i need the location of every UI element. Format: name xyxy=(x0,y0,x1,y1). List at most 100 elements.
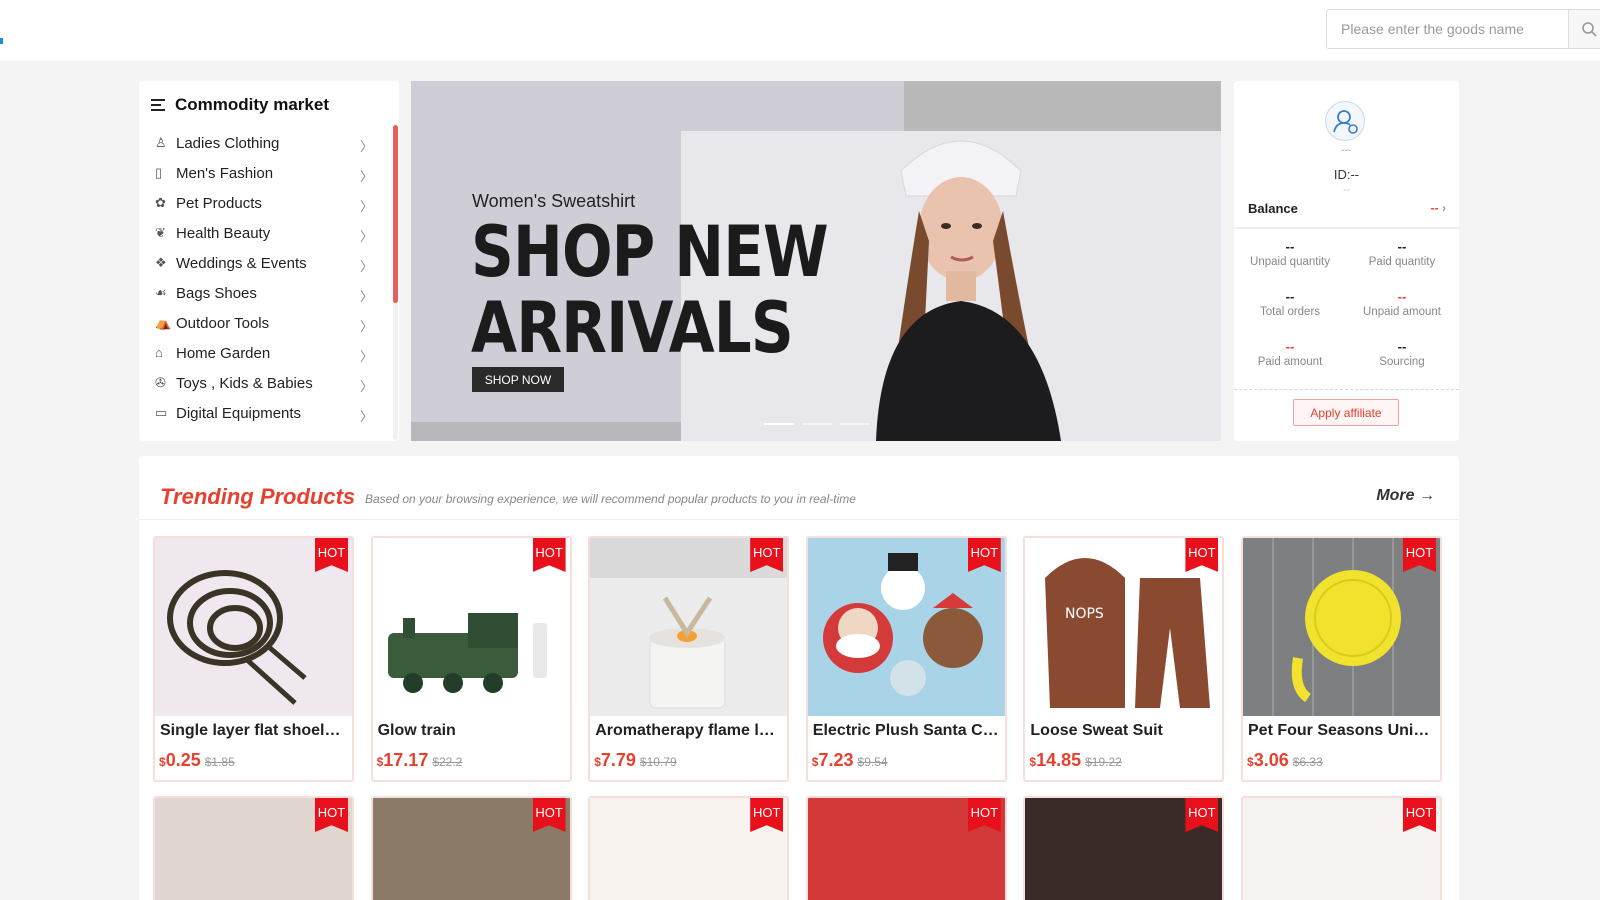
product-name[interactable]: Electric Plush Santa Claus xyxy=(813,722,1001,740)
category-item[interactable]: ♙ Ladies Clothing 〉 xyxy=(155,128,373,158)
stat-label: Total orders xyxy=(1259,306,1321,318)
category-item-label: Toys , Kids & Babies xyxy=(176,374,313,392)
more-link[interactable]: More → xyxy=(1376,487,1435,505)
more-label: More xyxy=(1376,487,1415,504)
home-icon: ⌂ xyxy=(155,345,163,360)
product-card[interactable]: HOT xyxy=(153,796,354,900)
stat-item[interactable]: -- Unpaid quantity xyxy=(1234,239,1346,268)
category-item-label: Pet Products xyxy=(176,194,262,212)
divider xyxy=(139,519,1459,520)
tent-icon: ⛺ xyxy=(155,315,172,330)
category-item[interactable]: ▭ Digital Equipments 〉 xyxy=(155,398,373,428)
product-name[interactable]: Pet Four Seasons Universal xyxy=(1248,722,1436,740)
search-icon xyxy=(1582,22,1597,37)
product-card[interactable]: HOT Glow train $17.17 $22.2 xyxy=(370,536,572,782)
shoe-icon: ☙ xyxy=(155,285,167,300)
trending-section: Trending Products Based on your browsing… xyxy=(139,456,1459,900)
logo-accent xyxy=(0,38,3,44)
menu-icon xyxy=(151,99,165,111)
chevron-right-icon: 〉 xyxy=(359,409,373,424)
product-card[interactable]: HOT xyxy=(1023,796,1225,900)
search-button[interactable] xyxy=(1568,10,1600,48)
chevron-right-icon: 〉 xyxy=(359,259,373,274)
stat-value: -- xyxy=(1397,339,1407,354)
hero-banner[interactable]: Women's Sweatshirt SHOP NEW ARRIVALS SHO… xyxy=(411,81,1221,441)
category-item[interactable]: ⛺ Outdoor Tools 〉 xyxy=(155,308,373,338)
stat-label: Unpaid amount xyxy=(1363,306,1441,318)
balance-row[interactable]: Balance -- › xyxy=(1248,201,1446,221)
product-name[interactable]: Glow train xyxy=(378,722,566,740)
product-name[interactable]: Single layer flat shoelace xyxy=(160,722,348,740)
stat-label: Unpaid quantity xyxy=(1250,256,1330,268)
category-item[interactable]: ✿ Pet Products 〉 xyxy=(155,188,373,218)
user-sub: -- xyxy=(1343,185,1350,196)
currency-symbol: $ xyxy=(159,755,166,769)
price-value: 17.17 xyxy=(383,750,429,770)
chevron-right-icon: 〉 xyxy=(359,169,373,184)
product-price: $17.17 $22.2 xyxy=(377,750,463,771)
category-item-label: Bags Shoes xyxy=(176,284,257,302)
stat-value: -- xyxy=(1397,289,1407,304)
product-card[interactable]: HOTPet Four Seasons Universal$3.06$6.33 xyxy=(1241,536,1442,782)
hide-eye-icon[interactable]: ˇˇˇ xyxy=(1336,149,1356,160)
avatar[interactable] xyxy=(1325,101,1365,141)
search-input[interactable] xyxy=(1327,10,1568,48)
product-name[interactable]: Aromatherapy flame lamp xyxy=(595,722,783,740)
banner-title-line2: ARRIVALS xyxy=(471,287,794,369)
paw-icon: ✿ xyxy=(155,195,166,210)
chevron-right-icon: 〉 xyxy=(359,229,373,244)
stat-item[interactable]: -- Total orders xyxy=(1234,289,1346,318)
carousel-dot[interactable] xyxy=(802,423,832,425)
product-card[interactable]: HOT Single layer flat shoelace $0.25 $1.85 xyxy=(153,536,354,782)
user-settings-icon xyxy=(1333,110,1358,134)
divider xyxy=(1234,389,1459,390)
shop-now-button[interactable]: SHOP NOW xyxy=(472,367,564,392)
product-card[interactable]: HOT Electric Plush Santa Claus $7.23 $9.54 xyxy=(805,536,1007,782)
price-value: 7.23 xyxy=(818,750,854,770)
chevron-right-icon: 〉 xyxy=(359,319,373,334)
currency-symbol: $ xyxy=(594,755,601,769)
stat-item[interactable]: -- Unpaid amount xyxy=(1346,289,1458,318)
toy-icon: ✇ xyxy=(155,375,166,390)
currency-symbol: $ xyxy=(1247,755,1254,769)
chevron-right-icon: 〉 xyxy=(359,139,373,154)
product-name[interactable]: Loose Sweat Suit xyxy=(1030,722,1218,740)
carousel-dot[interactable] xyxy=(840,423,870,425)
banner-subtitle: Women's Sweatshirt xyxy=(472,191,636,211)
category-scrollbar-thumb[interactable] xyxy=(393,125,398,303)
stat-value: -- xyxy=(1285,289,1295,304)
price-value: 7.79 xyxy=(600,750,636,770)
carousel-dot[interactable] xyxy=(764,423,794,425)
product-card[interactable]: NOPS HOT Loose Sweat Suit $14.85 $19.22 xyxy=(1023,536,1225,782)
apply-affiliate-button[interactable]: Apply affiliate xyxy=(1293,399,1399,426)
category-item[interactable]: ✇ Toys , Kids & Babies 〉 xyxy=(155,368,373,398)
category-item[interactable]: ❖ Weddings & Events 〉 xyxy=(155,248,373,278)
price-value: 14.85 xyxy=(1036,750,1082,770)
category-item[interactable]: ❦ Health Beauty 〉 xyxy=(155,218,373,248)
product-card[interactable]: HOT xyxy=(370,796,572,900)
product-card[interactable]: HOT Aromatherapy flame lamp $7.79 $10.79 xyxy=(588,536,790,782)
top-bar xyxy=(0,0,1600,61)
svg-text:NOPS: NOPS xyxy=(1065,606,1104,622)
product-card[interactable]: HOT xyxy=(1241,796,1442,900)
category-item-label: Men's Fashion xyxy=(176,164,274,182)
stat-item[interactable]: -- Paid quantity xyxy=(1346,239,1458,268)
category-item[interactable]: ☙ Bags Shoes 〉 xyxy=(155,278,373,308)
beauty-icon: ❦ xyxy=(155,225,166,240)
product-card[interactable]: HOT xyxy=(805,796,1007,900)
divider xyxy=(1234,227,1459,229)
chevron-right-icon: › xyxy=(1442,201,1446,215)
category-item-label: Ladies Clothing xyxy=(176,134,280,152)
stat-item[interactable]: -- Sourcing xyxy=(1346,339,1458,368)
product-price: $14.85 $19.22 xyxy=(1029,750,1121,771)
product-price: $3.06 $6.33 xyxy=(1247,750,1323,771)
banner-title-line1: SHOP NEW xyxy=(471,211,829,293)
balance-amount: -- xyxy=(1430,201,1439,215)
stat-item[interactable]: -- Paid amount xyxy=(1234,339,1346,368)
category-item[interactable]: ⌂ Home Garden 〉 xyxy=(155,338,373,368)
product-card[interactable]: HOT xyxy=(588,796,790,900)
category-header: Commodity market xyxy=(151,95,329,115)
category-item[interactable]: ▯ Men's Fashion 〉 xyxy=(155,158,373,188)
balance-value: -- › xyxy=(1431,201,1446,215)
banner-decor-band xyxy=(411,422,681,441)
